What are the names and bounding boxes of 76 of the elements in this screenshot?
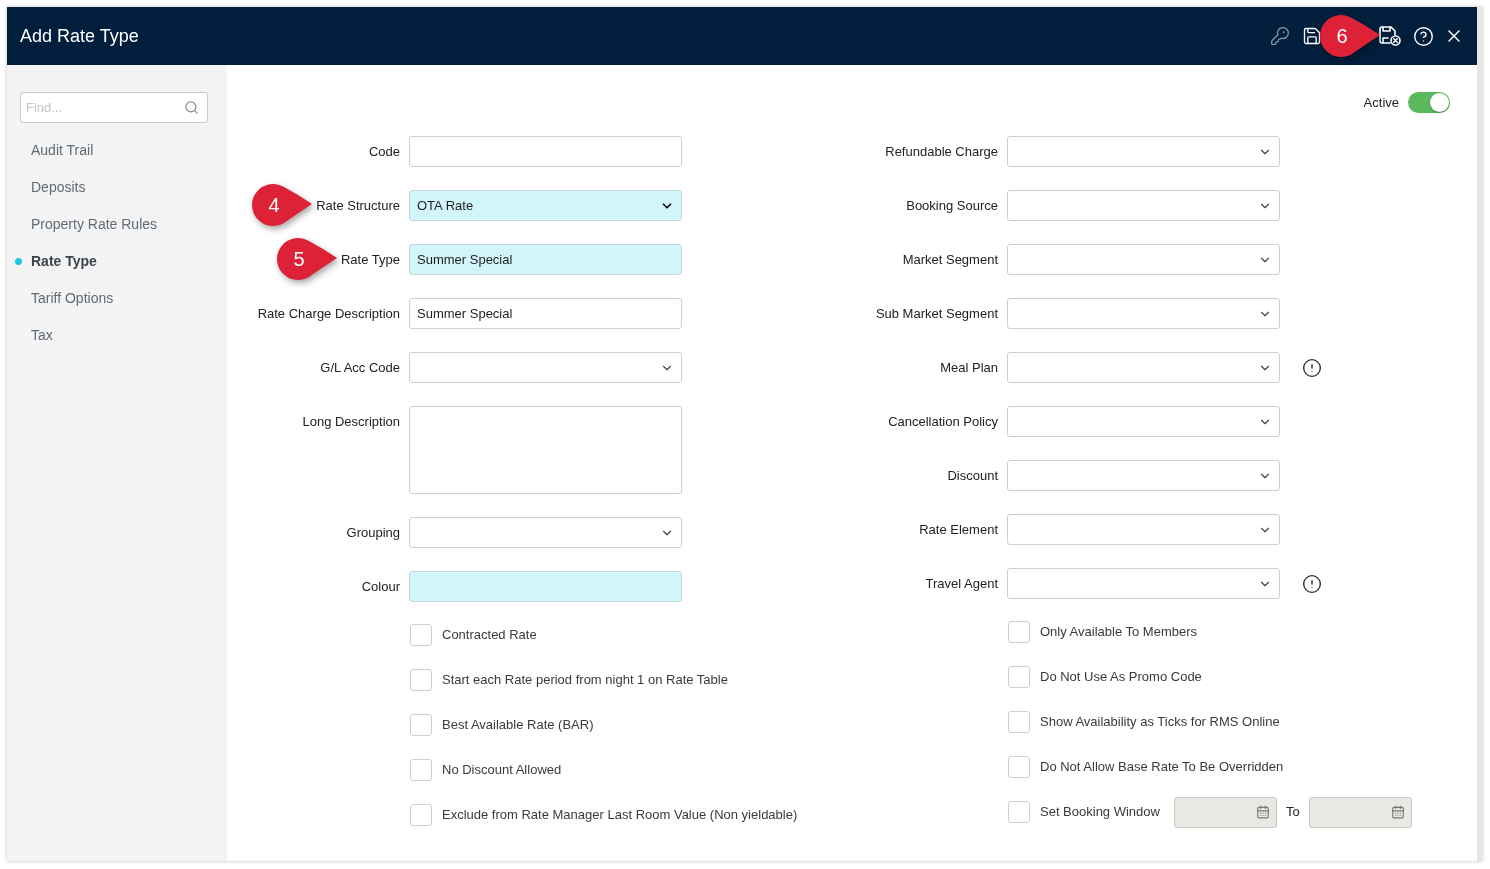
- field-label: Colour: [361, 579, 400, 594]
- text-field[interactable]: [409, 136, 682, 167]
- callout-marker: 4: [251, 183, 314, 227]
- checkbox[interactable]: [410, 804, 432, 826]
- sidebar-item[interactable]: Property Rate Rules: [7, 206, 227, 243]
- checkbox-label: No Discount Allowed: [442, 761, 562, 780]
- field-label: Rate Charge Description: [257, 306, 400, 321]
- callout-marker: 5: [275, 237, 338, 281]
- checkbox[interactable]: [410, 759, 432, 781]
- field-label: Rate Structure: [316, 198, 400, 213]
- dropdown-field[interactable]: [409, 517, 682, 548]
- window-title: Add Rate Type: [20, 24, 139, 48]
- key-icon[interactable]: [1270, 26, 1290, 46]
- dropdown-field[interactable]: [409, 352, 682, 383]
- dropdown-field[interactable]: [1007, 352, 1280, 383]
- checkbox[interactable]: [1008, 666, 1030, 688]
- field-label: Grouping: [346, 525, 400, 540]
- search-icon: [184, 100, 199, 115]
- dropdown-field[interactable]: [1007, 136, 1280, 167]
- field-label: Travel Agent: [925, 574, 998, 593]
- calendar-icon: [1390, 805, 1405, 819]
- sidebar-item[interactable]: Tariff Options: [7, 280, 227, 317]
- checkbox[interactable]: [410, 624, 432, 646]
- dropdown-field[interactable]: [1007, 460, 1280, 491]
- checkbox[interactable]: [1008, 801, 1030, 823]
- checkbox[interactable]: [410, 669, 432, 691]
- checkbox[interactable]: [1008, 711, 1030, 733]
- sidebar-item[interactable]: Deposits: [7, 169, 227, 206]
- checkbox-label: Show Availability as Ticks for RMS Online: [1040, 713, 1280, 732]
- text-field[interactable]: Summer Special: [409, 244, 682, 275]
- field-label: Sub Market Segment: [875, 304, 998, 323]
- dropdown-field[interactable]: [1007, 298, 1280, 329]
- checkbox-label: Do Not Use As Promo Code: [1040, 668, 1202, 687]
- dropdown-field[interactable]: [1007, 190, 1280, 221]
- checkbox-label: Start each Rate period from night 1 on Rate Table: [442, 671, 728, 690]
- checkbox-label: Set Booking Window: [1040, 803, 1160, 822]
- checkbox[interactable]: [410, 714, 432, 736]
- field-label: Rate Element: [919, 520, 998, 539]
- field-label: Discount: [947, 466, 998, 485]
- sidebar-item[interactable]: Rate Type: [7, 243, 227, 280]
- dropdown-field[interactable]: OTA Rate: [409, 190, 682, 221]
- field-label: Market Segment: [902, 250, 998, 269]
- field-label: Booking Source: [906, 196, 998, 215]
- toggle-switch[interactable]: [1408, 92, 1450, 113]
- checkbox-label: Contracted Rate: [442, 626, 537, 645]
- checkbox-label: Best Available Rate (BAR): [442, 716, 594, 735]
- checkbox-label: Do Not Allow Base Rate To Be Overridden: [1040, 758, 1284, 777]
- textarea-field[interactable]: [409, 406, 682, 494]
- field-label: Code: [368, 144, 400, 159]
- calendar-icon: [1255, 805, 1270, 819]
- checkbox[interactable]: [1008, 756, 1030, 778]
- sidebar-item[interactable]: Tax: [7, 317, 227, 354]
- dropdown-field[interactable]: [1007, 406, 1280, 437]
- field-label: Meal Plan: [940, 358, 998, 377]
- text-field[interactable]: [409, 571, 682, 602]
- info-icon[interactable]: [1302, 357, 1322, 378]
- to-label: To: [1285, 803, 1300, 822]
- help-icon[interactable]: [1413, 25, 1434, 47]
- field-label: Refundable Charge: [885, 142, 998, 161]
- text-field[interactable]: Summer Special: [409, 298, 682, 329]
- active-label: Active: [1363, 93, 1399, 112]
- field-label: Rate Type: [340, 252, 400, 267]
- checkbox-label: Exclude from Rate Manager Last Room Value (Non yieldable): [442, 806, 798, 825]
- floppy-disk-x-icon[interactable]: [1379, 26, 1401, 46]
- bullet-icon: [15, 258, 22, 265]
- dropdown-field[interactable]: [1007, 244, 1280, 275]
- callout-marker: 6: [1319, 14, 1381, 58]
- field-label: Cancellation Policy: [888, 412, 998, 431]
- field-label: G/L Acc Code: [320, 360, 400, 375]
- checkbox-label: Only Available To Members: [1040, 623, 1198, 642]
- dropdown-field[interactable]: [1007, 568, 1280, 599]
- checkbox[interactable]: [1008, 621, 1030, 643]
- field-label: Long Description: [302, 414, 400, 429]
- sidebar-item[interactable]: Audit Trail: [7, 132, 227, 169]
- info-icon[interactable]: [1302, 573, 1322, 594]
- dropdown-field[interactable]: [1007, 514, 1280, 545]
